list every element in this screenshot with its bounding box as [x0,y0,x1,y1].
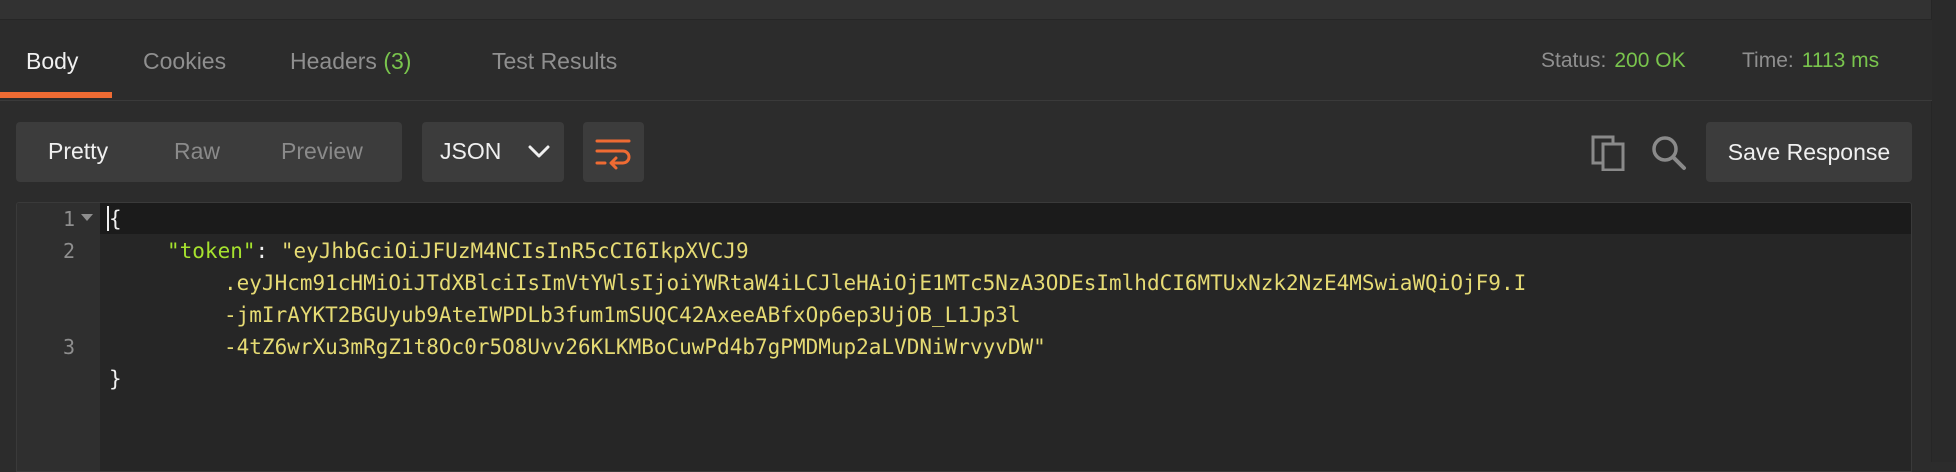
status-readout: Status: 200 OK [1541,49,1686,73]
fold-arrow-icon[interactable] [81,214,93,222]
tab-test-results[interactable]: Test Results [492,48,617,75]
chevron-down-icon [528,145,550,158]
view-mode-selector: Pretty Raw Preview [16,122,402,182]
line-number: 2 [62,239,75,263]
time-value: 1113 ms [1801,49,1880,72]
code-line-1: { [109,203,122,235]
headers-count-badge: (3) [383,48,412,74]
tab-body-label: Body [26,48,79,74]
json-key-token: "token" [167,239,256,263]
code-wrapped-line: -jmIrAYKT2BGUyub9AteIWPDLb3fum1mSUQC42Ax… [224,303,1021,327]
view-mode-preview[interactable]: Preview [281,138,363,165]
line-number: 3 [62,335,75,359]
status-value: 200 OK [1614,49,1686,72]
status-label: Status: [1541,49,1607,72]
code-line-3: } [109,363,122,395]
tab-headers[interactable]: Headers (3) [290,48,411,75]
right-scrollbar-rail[interactable] [1931,0,1956,462]
save-response-button[interactable]: Save Response [1706,122,1912,182]
time-label: Time: [1742,49,1794,72]
format-selected-value: JSON [440,138,502,164]
json-string-part: "eyJhbGciOiJFUzM4NCIsInR5cCI6IkpXVCJ9 [280,239,749,263]
top-panel-edge [0,0,1956,20]
tab-cookies[interactable]: Cookies [143,48,226,75]
line-number: 1 [62,207,75,231]
tab-body[interactable]: Body [26,48,78,75]
code-wrapped-line: .eyJHcm91cHMiOiJTdXBlciIsImVtYWlsIjoiYWR… [224,271,1527,295]
wrap-lines-button[interactable] [583,122,644,182]
format-dropdown[interactable]: JSON [422,122,564,182]
view-mode-pretty[interactable]: Pretty [48,138,108,165]
active-tab-indicator [0,92,112,98]
tab-headers-label: Headers [290,48,377,74]
copy-icon[interactable] [1591,135,1627,171]
json-open-brace: { [109,207,122,231]
response-body-editor[interactable]: 1 2 3 { "token": "eyJhbGciOiJFUzM4NCIsIn… [16,202,1912,472]
active-line-highlight [100,203,1911,234]
code-wrapped-line: -4tZ6wrXu3mRgZ1t8Oc0r5O8Uvv26KLKMBoCuwPd… [224,335,1046,359]
tab-test-results-label: Test Results [492,48,618,74]
view-mode-raw[interactable]: Raw [174,138,220,165]
response-tabs-bar: Body Cookies Headers (3) Test Results St… [0,20,1932,101]
json-colon: : [255,239,281,263]
wrap-lines-icon [595,139,631,170]
line-number-gutter: 1 2 3 [17,203,100,471]
time-readout: Time: 1113 ms [1742,49,1879,73]
json-close-brace: } [109,367,122,391]
response-toolbar: Pretty Raw Preview JSON Save Response [0,101,1932,201]
code-line-2: "token": "eyJhbGciOiJFUzM4NCIsInR5cCI6Ik… [167,235,749,267]
search-icon[interactable] [1650,134,1688,172]
tab-cookies-label: Cookies [143,48,227,74]
